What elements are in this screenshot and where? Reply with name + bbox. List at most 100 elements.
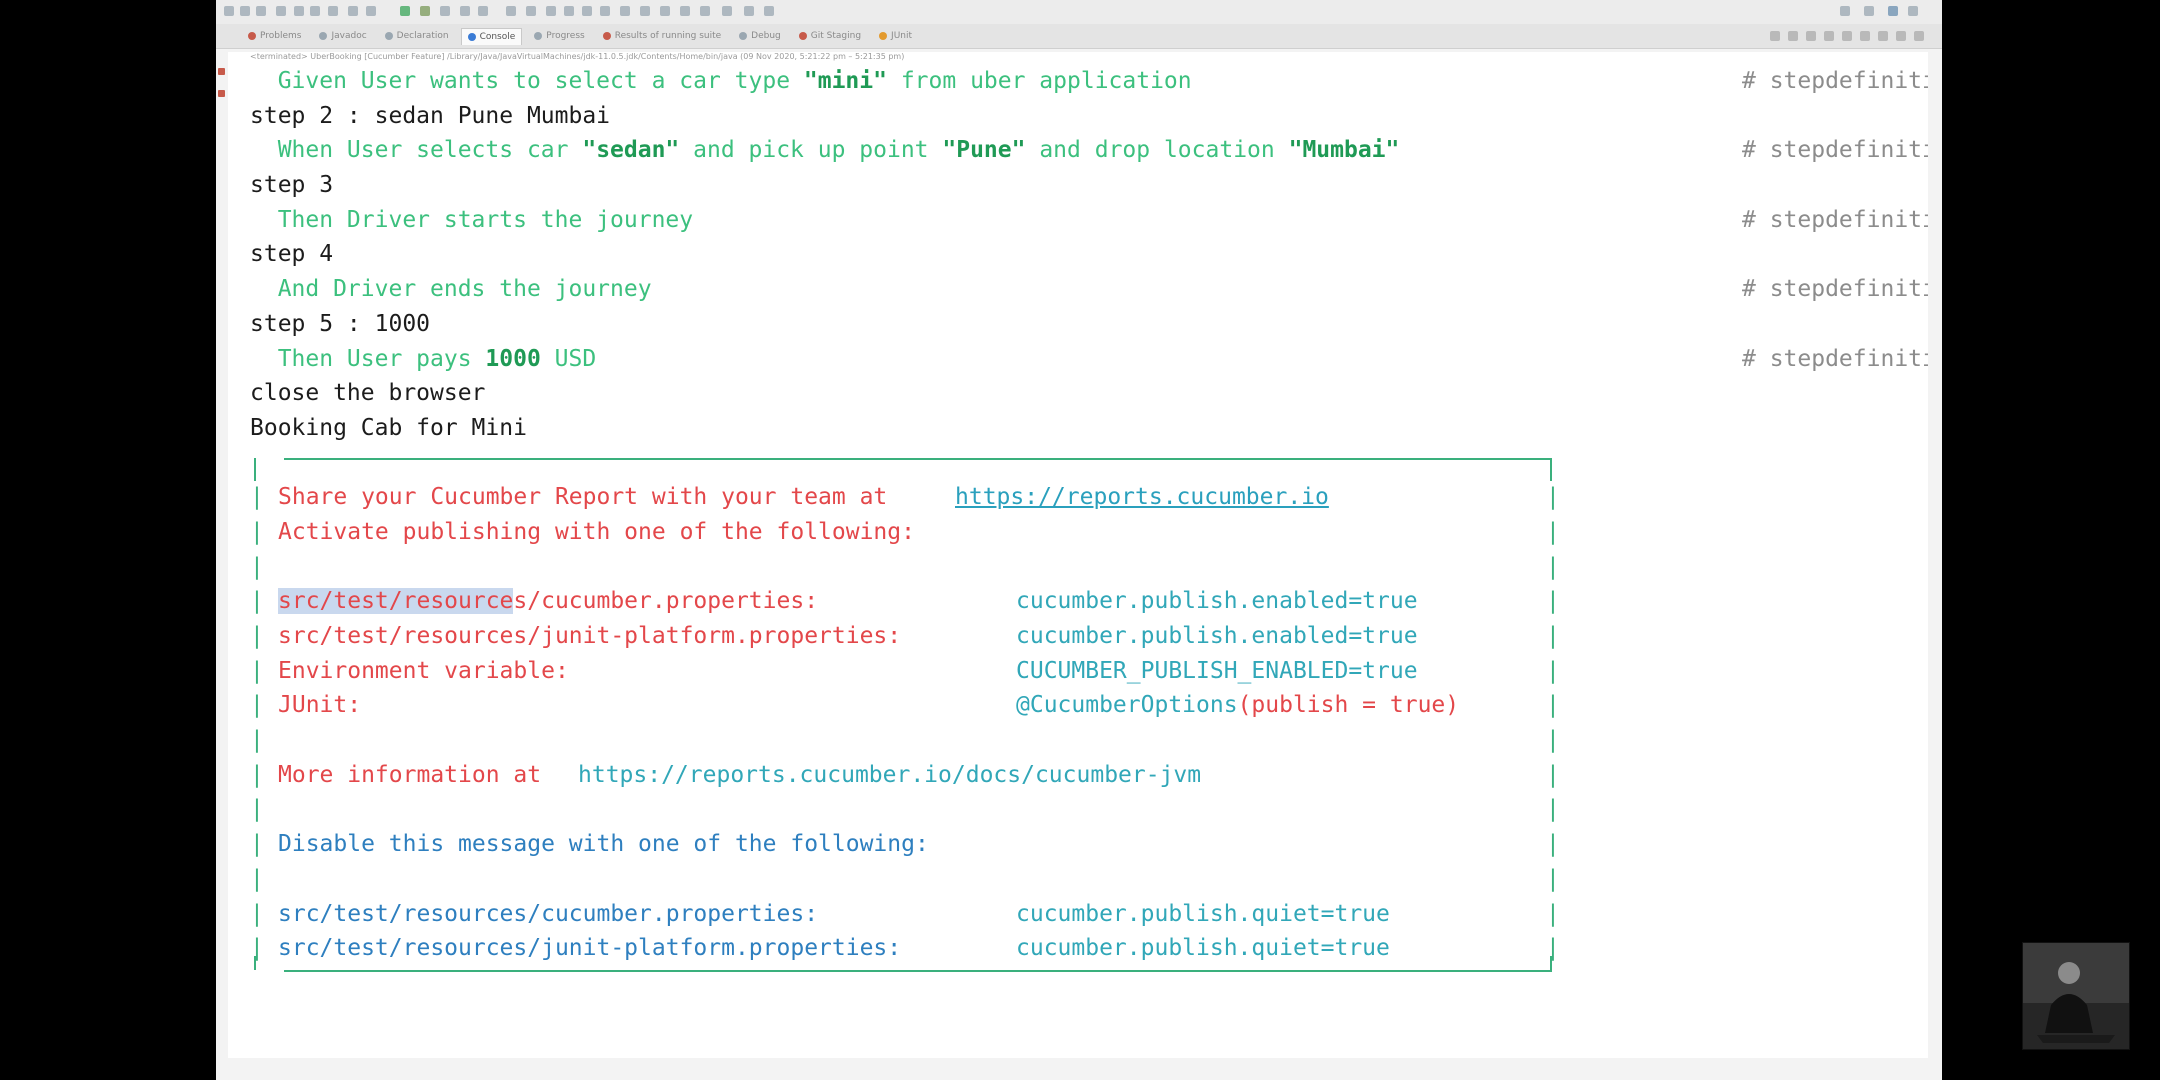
toolbar-button-icon[interactable] bbox=[660, 6, 670, 16]
tab-icon bbox=[534, 32, 543, 40]
toolbar-button-icon[interactable] bbox=[526, 6, 536, 16]
tab-label: Results of running suite bbox=[614, 31, 722, 41]
tab-icon bbox=[739, 32, 748, 40]
tab-git-staging[interactable]: Git Staging bbox=[793, 28, 867, 44]
toolbar-button-icon[interactable] bbox=[764, 6, 774, 16]
when-arg1: "sedan" bbox=[582, 137, 680, 164]
disable-message-text: Disable this message with one of the fol… bbox=[278, 831, 929, 858]
console-line: Then User pays 1000 USD # stepdefinitions… bbox=[250, 342, 1928, 377]
open-console-icon[interactable] bbox=[1878, 31, 1888, 41]
tab-declaration[interactable]: Declaration bbox=[379, 28, 455, 44]
selected-text: src/test/resource bbox=[278, 588, 514, 615]
left-gutter bbox=[216, 52, 228, 1058]
report-box-top-border bbox=[250, 446, 1928, 481]
console-line: close the browser bbox=[250, 380, 486, 407]
toolbar-button-icon[interactable] bbox=[276, 6, 286, 16]
toolbar-button-icon[interactable] bbox=[366, 6, 376, 16]
tab-label: Declaration bbox=[396, 31, 449, 41]
publish-option: (publish = true) bbox=[1237, 692, 1460, 719]
toolbar-button-icon[interactable] bbox=[240, 6, 250, 16]
publish-value-3: @CucumberOptions(publish = true) bbox=[1016, 688, 1459, 723]
console-actions bbox=[1770, 31, 1924, 41]
tab-results-of-running-suite[interactable]: Results of running suite bbox=[597, 28, 727, 44]
console-tab-bar: Problems Javadoc Declaration Console Progres… bbox=[216, 24, 1942, 49]
toolbar-button-icon[interactable] bbox=[582, 6, 592, 16]
toolbar-button-icon[interactable] bbox=[700, 6, 710, 16]
step-definition-comment: # stepdefinitions.UberBook bbox=[1742, 206, 1928, 233]
report-box-line: | src/test/resources/junit-platform.prope… bbox=[250, 619, 1928, 654]
report-box-line: | | bbox=[250, 553, 1560, 580]
toolbar-button-icon[interactable] bbox=[328, 6, 338, 16]
toolbar-button-icon[interactable] bbox=[620, 6, 630, 16]
perspective-icon[interactable] bbox=[1888, 6, 1898, 16]
toolbar-button-icon[interactable] bbox=[722, 6, 732, 16]
tab-label: Console bbox=[479, 32, 516, 42]
reports-cucumber-link[interactable]: https://reports.cucumber.io bbox=[955, 480, 1329, 515]
toolbar-button-icon[interactable] bbox=[506, 6, 516, 16]
tab-progress[interactable]: Progress bbox=[528, 28, 590, 44]
remove-launch-icon[interactable] bbox=[1788, 31, 1798, 41]
report-box-line: | More information at https://reports.cuc… bbox=[250, 758, 1928, 793]
clear-console-icon[interactable] bbox=[1806, 31, 1816, 41]
report-box-line: | Share your Cucumber Report with your te… bbox=[250, 480, 1928, 515]
eclipse-window: Problems Javadoc Declaration Console Progres… bbox=[216, 0, 1942, 1080]
tab-icon bbox=[248, 32, 256, 40]
pin-console-icon[interactable] bbox=[1860, 31, 1870, 41]
console-output[interactable]: <terminated> UberBooking [Cucumber Featu… bbox=[228, 52, 1928, 1058]
tab-problems[interactable]: Problems bbox=[242, 28, 307, 44]
terminate-icon[interactable] bbox=[1770, 31, 1780, 41]
toolbar-button-icon[interactable] bbox=[640, 6, 650, 16]
publish-key-0: src/test/resources/cucumber.properties: bbox=[278, 584, 818, 619]
tab-junit[interactable]: JUnit bbox=[873, 28, 918, 44]
given-prefix: Given User wants to select a car type bbox=[250, 68, 804, 94]
console-line: Then Driver starts the journey # stepdefi… bbox=[250, 203, 1928, 238]
toolbar-button-icon[interactable] bbox=[224, 6, 234, 16]
word-wrap-icon[interactable] bbox=[1842, 31, 1852, 41]
search-icon[interactable] bbox=[1840, 6, 1850, 16]
console-line: And Driver ends the journey # stepdefinit… bbox=[250, 272, 1928, 307]
tab-label: Git Staging bbox=[810, 31, 862, 41]
toolbar-button-icon[interactable] bbox=[310, 6, 320, 16]
tab-javadoc[interactable]: Javadoc bbox=[313, 28, 372, 44]
when-arg2: "Pune" bbox=[942, 137, 1026, 164]
toolbar-button-icon[interactable] bbox=[440, 6, 450, 16]
main-toolbar bbox=[216, 0, 1942, 25]
toolbar-button-icon[interactable] bbox=[256, 6, 266, 16]
then-pays-prefix: Then User pays bbox=[250, 345, 486, 372]
toolbar-button-icon[interactable] bbox=[600, 6, 610, 16]
toolbar-button-icon[interactable] bbox=[744, 6, 754, 16]
step-definition-comment: # stepdefinitions.UberBook bbox=[1742, 276, 1928, 303]
console-launch-path: <terminated> UberBooking [Cucumber Featu… bbox=[250, 52, 905, 61]
perspective-icon[interactable] bbox=[1864, 6, 1874, 16]
console-line: step 4 bbox=[250, 241, 334, 268]
report-box-line: | Disable this message with one of the fo… bbox=[250, 827, 1928, 862]
toolbar-button-icon[interactable] bbox=[564, 6, 574, 16]
tab-console[interactable]: Console bbox=[460, 28, 523, 45]
presenter-webcam-thumbnail bbox=[2022, 942, 2130, 1050]
quiet-key-1: src/test/resources/junit-platform.proper… bbox=[278, 935, 902, 962]
debug-icon[interactable] bbox=[420, 6, 430, 16]
toolbar-button-icon[interactable] bbox=[478, 6, 488, 16]
tab-label: Problems bbox=[260, 31, 302, 41]
docs-link[interactable]: https://reports.cucumber.io/docs/cucumbe… bbox=[578, 758, 1201, 793]
tab-label: Progress bbox=[546, 31, 585, 41]
minimize-icon[interactable] bbox=[1896, 31, 1906, 41]
scroll-lock-icon[interactable] bbox=[1824, 31, 1834, 41]
run-icon[interactable] bbox=[400, 6, 410, 16]
toolbar-button-icon[interactable] bbox=[348, 6, 358, 16]
publish-key-1: src/test/resources/junit-platform.proper… bbox=[278, 623, 902, 649]
console-line: Booking Cab for Mini bbox=[250, 414, 527, 441]
then-pays-suffix: USD bbox=[540, 345, 597, 372]
tab-label: Debug bbox=[751, 31, 781, 41]
perspective-icon[interactable] bbox=[1908, 6, 1918, 16]
maximize-icon[interactable] bbox=[1914, 31, 1924, 41]
toolbar-button-icon[interactable] bbox=[460, 6, 470, 16]
when-arg3: "Mumbai" bbox=[1288, 137, 1400, 164]
error-marker-icon bbox=[218, 90, 225, 97]
quiet-key-0: src/test/resources/cucumber.properties: bbox=[278, 900, 819, 927]
quiet-value-0: cucumber.publish.quiet=true bbox=[1016, 900, 1390, 927]
toolbar-button-icon[interactable] bbox=[546, 6, 556, 16]
toolbar-button-icon[interactable] bbox=[680, 6, 690, 16]
tab-debug[interactable]: Debug bbox=[733, 28, 787, 44]
toolbar-button-icon[interactable] bbox=[294, 6, 304, 16]
